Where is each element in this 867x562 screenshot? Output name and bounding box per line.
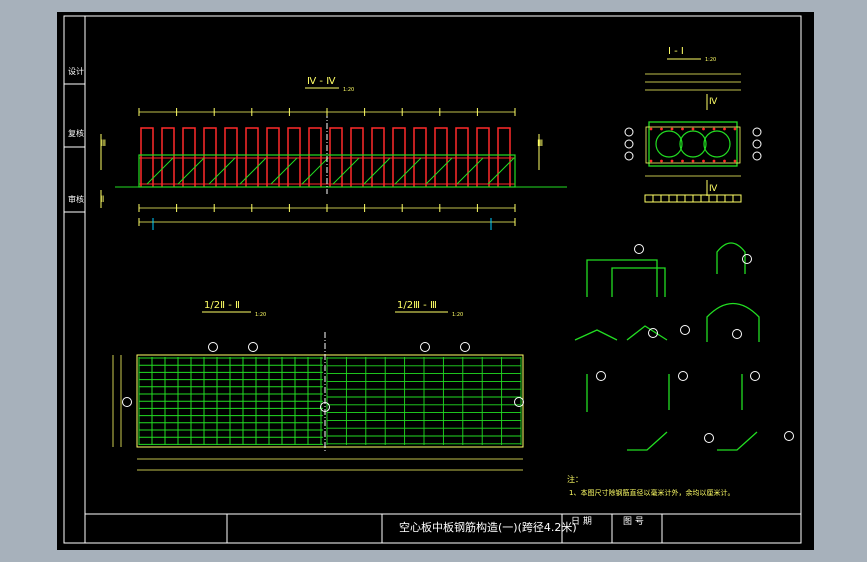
callout-circle <box>634 244 644 254</box>
void-2 <box>679 130 707 158</box>
callout-circle <box>122 397 132 407</box>
title-block: 空心板中板钢筋构造(一)(跨径4.2米) 日 期 图 号 <box>85 513 801 543</box>
cross-section-scale: 1:20 <box>705 57 716 63</box>
plan-right-mesh <box>326 357 522 445</box>
cross-section-mark-top: Ⅳ <box>709 97 718 107</box>
diagonal-bar <box>456 157 484 185</box>
side-label-approve: 审核 <box>68 194 84 204</box>
detail-bent-4 <box>717 431 758 451</box>
diagonal-bar <box>239 157 267 185</box>
cross-section-stirrup <box>645 126 741 164</box>
detail-bent-2 <box>626 325 668 341</box>
cross-section-callouts <box>624 127 762 161</box>
bar-dot <box>712 127 716 131</box>
bar-dot <box>660 127 663 131</box>
bar-dot <box>691 127 695 131</box>
bar-dot <box>670 159 674 163</box>
notes-line-1: 1、本图尺寸除钢筋直径以毫米计外，余均以厘米计。 <box>569 488 734 497</box>
diagonal-bar <box>425 157 453 185</box>
bar-dot <box>660 159 663 163</box>
cross-section-title: Ⅰ - Ⅰ <box>668 46 684 57</box>
sheet-title: 空心板中板钢筋构造(一)(跨径4.2米) <box>399 520 577 534</box>
plan-left-title: 1/2Ⅱ - Ⅱ <box>204 300 240 311</box>
plan-left-mesh <box>138 357 323 445</box>
callout-circle <box>624 151 634 161</box>
detail-hook-1 <box>716 242 746 274</box>
plan-right-scale: 1:20 <box>452 312 463 318</box>
callout-circle <box>752 127 762 137</box>
bar-dot <box>681 127 684 131</box>
callout-circle <box>750 371 760 381</box>
elevation-scale: 1:20 <box>343 87 354 93</box>
bar-dot <box>681 159 684 163</box>
diagonal-bar <box>146 157 174 185</box>
notes-heading: 注： <box>567 474 583 484</box>
cross-section-mark-bottom: Ⅳ <box>709 184 718 194</box>
bar-dot <box>712 159 716 163</box>
bar-dot <box>723 127 726 131</box>
detail-bent-3 <box>627 431 668 451</box>
drawing-no-label: 图 号 <box>623 516 644 527</box>
elevation-title: Ⅳ - Ⅳ <box>307 76 336 87</box>
date-label: 日 期 <box>571 516 592 527</box>
callout-circle <box>460 342 470 352</box>
bar-dot <box>649 127 653 131</box>
bar-dot <box>733 127 737 131</box>
bar-dot <box>723 159 726 163</box>
bar-dot <box>670 127 674 131</box>
diagonal-bar <box>208 157 236 185</box>
diagonal-bar <box>177 157 205 185</box>
callout-circle <box>752 151 762 161</box>
bar-dot <box>702 159 705 163</box>
detail-stirrup-1 <box>586 259 658 297</box>
void-1 <box>655 130 683 158</box>
bar-dot <box>733 159 737 163</box>
plan-right-title: 1/2Ⅲ - Ⅲ <box>397 300 437 311</box>
callout-circle <box>752 139 762 149</box>
void-3 <box>703 130 731 158</box>
drawing-viewport[interactable]: 设计 复核 审核 空心板中板钢筋构造(一)(跨径4.2米) 日 期 图 号 Ⅳ … <box>57 12 814 550</box>
callout-circle <box>248 342 258 352</box>
callout-circle <box>624 139 634 149</box>
diagonal-bar <box>270 157 298 185</box>
bar-dot <box>649 159 653 163</box>
diagonal-bar <box>394 157 422 185</box>
diagonal-bar <box>301 157 329 185</box>
callout-circle <box>784 431 794 441</box>
callout-circle <box>208 342 218 352</box>
diagonal-bar <box>363 157 391 185</box>
diagonal-bar <box>332 157 360 185</box>
bar-dot <box>702 127 705 131</box>
bar-dot <box>691 159 695 163</box>
rebar-details <box>574 242 794 451</box>
callout-circle <box>420 342 430 352</box>
cross-section-view: Ⅰ - Ⅰ 1:20 Ⅳ Ⅳ <box>624 46 762 203</box>
sheet-frame <box>63 15 802 544</box>
cross-section-bottom-dims <box>644 175 742 203</box>
cad-drawing[interactable]: 设计 复核 审核 空心板中板钢筋构造(一)(跨径4.2米) 日 期 图 号 Ⅳ … <box>57 12 814 550</box>
elevation-view: Ⅳ - Ⅳ 1:20 Ⅲ Ⅱ Ⅲ <box>100 76 567 230</box>
detail-bent-1 <box>574 329 618 341</box>
callout-circle <box>624 127 634 137</box>
callout-circle <box>742 254 752 264</box>
side-label-design: 设计 <box>68 66 84 76</box>
side-label-review: 复核 <box>68 128 84 138</box>
elev-mark-right: Ⅲ <box>537 139 543 149</box>
plan-views: 1/2Ⅱ - Ⅱ 1:20 1/2Ⅲ - Ⅲ 1:20 <box>112 300 524 471</box>
side-strip: 设计 复核 审核 <box>63 15 86 544</box>
callout-circle <box>680 325 690 335</box>
callout-circle <box>704 433 714 443</box>
plan-left-scale: 1:20 <box>255 312 266 318</box>
callout-circle <box>732 329 742 339</box>
cross-section-top-dims <box>645 73 741 91</box>
callout-circle <box>596 371 606 381</box>
callout-circle <box>678 371 688 381</box>
